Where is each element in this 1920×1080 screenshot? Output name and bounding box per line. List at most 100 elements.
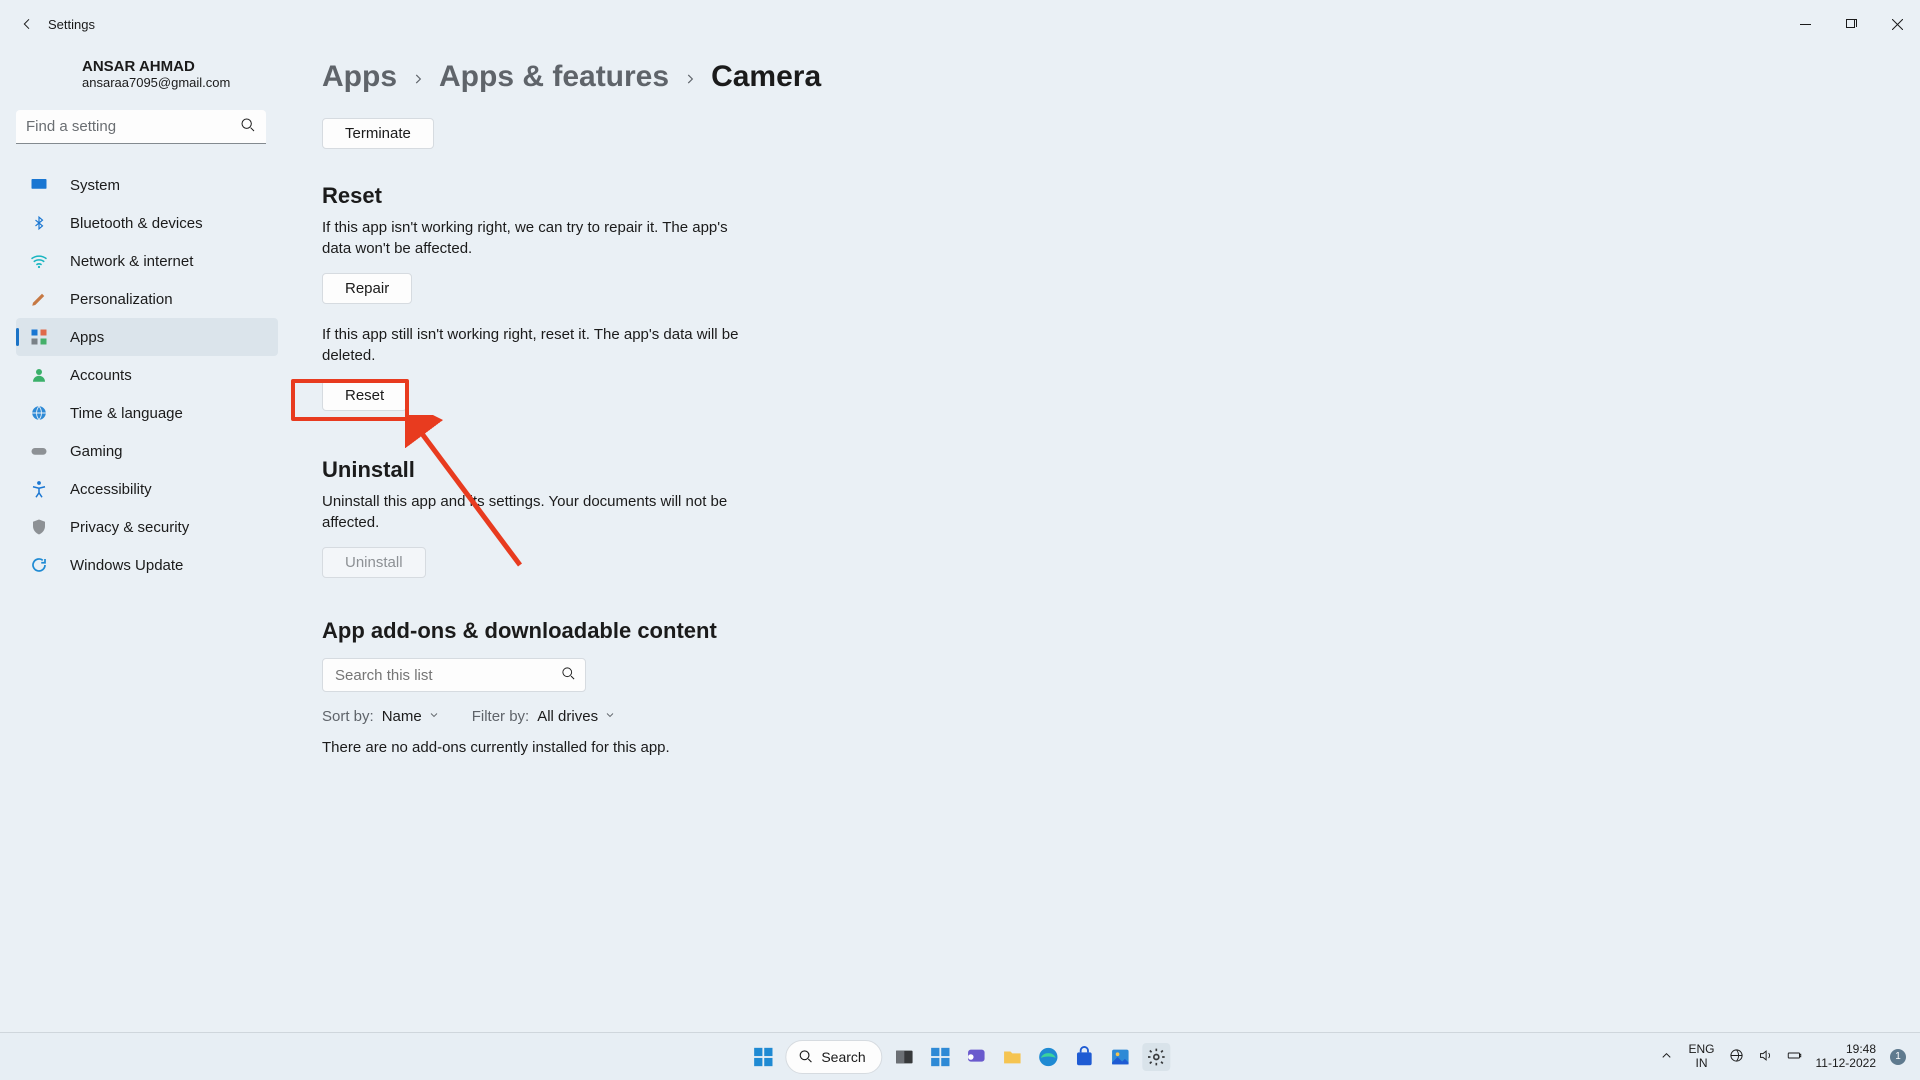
arrow-left-icon xyxy=(19,16,35,32)
chat-icon xyxy=(966,1046,988,1068)
person-icon xyxy=(30,366,48,384)
windows-icon xyxy=(752,1046,774,1068)
sidebar-item-accounts[interactable]: Accounts xyxy=(16,356,278,394)
language-button[interactable]: ENGIN xyxy=(1688,1043,1714,1069)
addons-filters: Sort by: Name Filter by: All drives xyxy=(322,708,1920,725)
date: 11-12-2022 xyxy=(1816,1057,1877,1070)
time: 19:48 xyxy=(1816,1043,1877,1056)
brush-icon xyxy=(30,290,48,308)
sidebar-item-personalization[interactable]: Personalization xyxy=(16,280,278,318)
sidebar-item-time[interactable]: Time & language xyxy=(16,394,278,432)
sidebar-item-accessibility[interactable]: Accessibility xyxy=(16,470,278,508)
edge-icon xyxy=(1038,1046,1060,1068)
lang-secondary: IN xyxy=(1688,1057,1714,1070)
wifi-icon xyxy=(30,252,48,270)
store-button[interactable] xyxy=(1071,1043,1099,1071)
photos-button[interactable] xyxy=(1107,1043,1135,1071)
window-title: Settings xyxy=(48,17,95,32)
volume-tray-icon[interactable] xyxy=(1758,1048,1773,1066)
battery-tray-icon[interactable] xyxy=(1787,1048,1802,1066)
taskview-icon xyxy=(894,1046,916,1068)
sidebar-item-update[interactable]: Windows Update xyxy=(16,546,278,584)
start-button[interactable] xyxy=(749,1043,777,1071)
account-email: ansaraa7095@gmail.com xyxy=(82,75,300,90)
content: Apps Apps & features Camera Terminate Re… xyxy=(300,48,1920,1032)
maximize-button[interactable] xyxy=(1828,8,1874,40)
reset-description: If this app still isn't working right, r… xyxy=(322,324,742,366)
chevron-right-icon xyxy=(411,60,425,94)
edge-button[interactable] xyxy=(1035,1043,1063,1071)
lang-primary: ENG xyxy=(1688,1043,1714,1056)
sidebar-item-label: Accessibility xyxy=(70,481,152,498)
gear-icon xyxy=(1147,1047,1167,1067)
filter-label: Filter by: xyxy=(472,708,530,725)
reset-heading: Reset xyxy=(322,183,1920,209)
explorer-icon xyxy=(1002,1046,1024,1068)
uninstall-description: Uninstall this app and its settings. You… xyxy=(322,491,742,533)
repair-description: If this app isn't working right, we can … xyxy=(322,217,742,259)
sidebar-item-network[interactable]: Network & internet xyxy=(16,242,278,280)
minimize-button[interactable] xyxy=(1782,8,1828,40)
explorer-button[interactable] xyxy=(999,1043,1027,1071)
settings-search xyxy=(16,110,266,144)
store-icon xyxy=(1074,1046,1096,1068)
accessibility-icon xyxy=(30,480,48,498)
close-button[interactable] xyxy=(1874,8,1920,40)
terminate-button[interactable]: Terminate xyxy=(322,118,434,149)
system-tray: ENGIN 19:4811-12-2022 1 xyxy=(1659,1043,1920,1069)
widgets-button[interactable] xyxy=(927,1043,955,1071)
display-icon xyxy=(30,176,48,194)
sidebar-item-label: System xyxy=(70,177,120,194)
search-icon xyxy=(240,117,256,138)
chat-button[interactable] xyxy=(963,1043,991,1071)
sidebar-item-gaming[interactable]: Gaming xyxy=(16,432,278,470)
sidebar-item-label: Personalization xyxy=(70,291,173,308)
uninstall-heading: Uninstall xyxy=(322,457,1920,483)
uninstall-button: Uninstall xyxy=(322,547,426,578)
addons-heading: App add-ons & downloadable content xyxy=(322,618,1920,644)
sidebar-item-label: Privacy & security xyxy=(70,519,189,536)
maximize-icon xyxy=(1846,19,1857,30)
shield-icon xyxy=(30,518,48,536)
search-input[interactable] xyxy=(16,110,266,144)
taskbar-search-label: Search xyxy=(821,1049,865,1065)
globe-icon xyxy=(30,404,48,422)
reset-button[interactable]: Reset xyxy=(322,380,407,411)
nav-list: System Bluetooth & devices Network & int… xyxy=(16,166,300,584)
sort-label: Sort by: xyxy=(322,708,374,725)
addons-empty: There are no add-ons currently installed… xyxy=(322,739,1920,756)
sidebar-item-bluetooth[interactable]: Bluetooth & devices xyxy=(16,204,278,242)
taskbar-search[interactable]: Search xyxy=(785,1040,882,1074)
network-tray-icon[interactable] xyxy=(1729,1048,1744,1066)
back-button[interactable] xyxy=(14,11,40,37)
sidebar-item-label: Apps xyxy=(70,329,104,346)
bluetooth-icon xyxy=(30,214,48,232)
sidebar-item-label: Windows Update xyxy=(70,557,183,574)
sidebar: ANSAR AHMAD ansaraa7095@gmail.com System… xyxy=(0,48,300,1032)
breadcrumb-current: Camera xyxy=(711,60,821,94)
settings-taskbar-button[interactable] xyxy=(1143,1043,1171,1071)
repair-button[interactable]: Repair xyxy=(322,273,412,304)
chevron-right-icon xyxy=(683,60,697,94)
addons-search xyxy=(322,658,586,692)
notification-badge[interactable]: 1 xyxy=(1890,1049,1906,1065)
sort-button[interactable]: Sort by: Name xyxy=(322,708,440,725)
sidebar-item-label: Accounts xyxy=(70,367,132,384)
sidebar-item-privacy[interactable]: Privacy & security xyxy=(16,508,278,546)
sidebar-item-label: Gaming xyxy=(70,443,123,460)
sidebar-item-apps[interactable]: Apps xyxy=(16,318,278,356)
taskbar: Search ENGIN 19:4811-12-2022 1 xyxy=(0,1032,1920,1080)
account-info[interactable]: ANSAR AHMAD ansaraa7095@gmail.com xyxy=(82,58,300,90)
breadcrumb-appsfeatures[interactable]: Apps & features xyxy=(439,60,669,94)
addons-search-input[interactable] xyxy=(322,658,586,692)
task-view-button[interactable] xyxy=(891,1043,919,1071)
titlebar: Settings xyxy=(0,0,1920,48)
sidebar-item-label: Network & internet xyxy=(70,253,193,270)
clock-button[interactable]: 19:4811-12-2022 xyxy=(1816,1043,1877,1069)
tray-overflow-button[interactable] xyxy=(1659,1048,1674,1066)
breadcrumb-apps[interactable]: Apps xyxy=(322,60,397,94)
filter-button[interactable]: Filter by: All drives xyxy=(472,708,616,725)
gamepad-icon xyxy=(30,442,48,460)
sidebar-item-system[interactable]: System xyxy=(16,166,278,204)
sort-value: Name xyxy=(382,708,422,725)
